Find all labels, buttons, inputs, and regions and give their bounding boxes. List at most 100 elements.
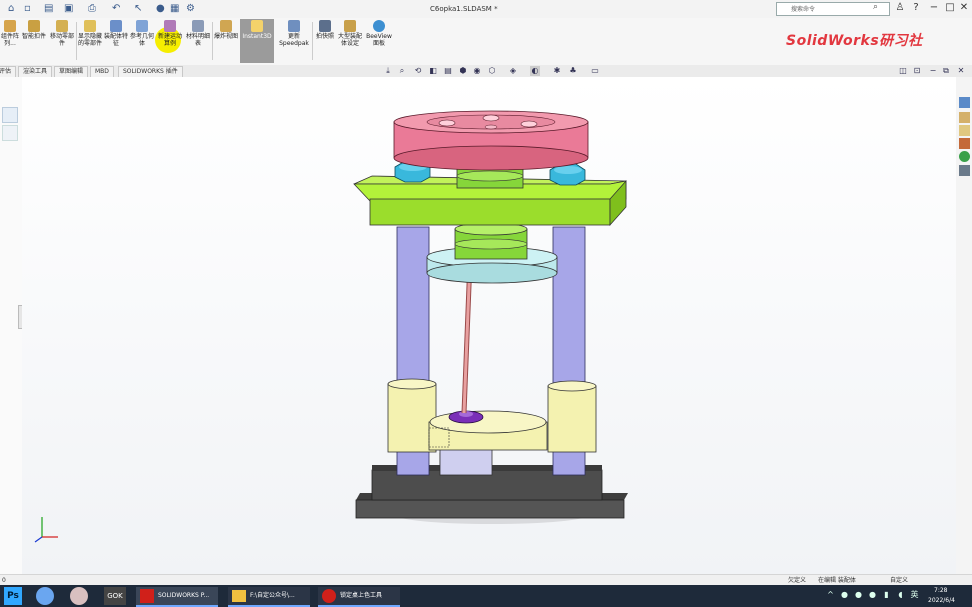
ribbon-btn-show-hidden[interactable]: 显示隐藏的零部件 — [78, 20, 102, 47]
ribbon-btn-component-pattern[interactable]: 组件阵列... — [0, 20, 20, 47]
help-icon[interactable]: ? — [910, 2, 922, 14]
monitor-icon[interactable]: ▭ — [590, 66, 600, 76]
app-icon[interactable] — [70, 587, 88, 605]
camera-icon — [319, 20, 331, 32]
flywheel-hole — [520, 120, 538, 128]
file-explorer-icon[interactable] — [959, 125, 970, 136]
clock-time[interactable]: 7:28 — [934, 586, 947, 595]
reference-geometry-icon — [136, 20, 148, 32]
save-icon[interactable]: ▣ — [64, 3, 73, 15]
gok-icon[interactable]: GOK — [104, 587, 126, 605]
search-icon: ⌕ — [873, 2, 879, 12]
ribbon-btn-move-component[interactable]: 移动零部件 — [50, 20, 74, 47]
design-library-icon[interactable] — [959, 112, 970, 123]
pattern-icon — [4, 20, 16, 32]
open-icon[interactable]: ▤ — [44, 3, 53, 15]
select-pointer-icon[interactable]: ↖ — [134, 3, 142, 15]
hide-show-items-icon[interactable]: ⬡ — [487, 66, 497, 76]
undo-icon[interactable]: ↶ — [112, 3, 120, 15]
view-settings-icon[interactable]: ✱ — [552, 66, 562, 76]
ribbon-btn-update-speedpak[interactable]: 更新Speedpak — [278, 20, 310, 47]
triad-z-axis — [34, 536, 43, 543]
appearances-icon[interactable] — [959, 151, 970, 162]
ribbon-btn-smart-fasteners[interactable]: 智能扣件 — [22, 20, 46, 40]
status-left-text: 0 — [2, 577, 6, 584]
home-icon[interactable]: ⌂ — [8, 3, 14, 15]
options-gear-icon[interactable]: ⚙ — [186, 3, 195, 15]
task-file-explorer[interactable]: F:\自定公众号\... — [228, 587, 310, 607]
zoom-to-fit-icon[interactable]: ⤓ — [383, 66, 393, 76]
display-style-icon[interactable]: ◉ — [472, 66, 482, 76]
file-properties-icon[interactable]: ▦ — [170, 3, 179, 15]
right-bushing-top — [547, 380, 597, 392]
photoshop-icon[interactable]: Ps — [4, 587, 22, 605]
tray-arrow-icon[interactable]: ^ — [826, 590, 835, 599]
ribbon-btn-beeview[interactable]: BeeView面板 — [364, 20, 394, 47]
flywheel-bottom — [393, 145, 589, 171]
print-icon[interactable]: ⎙ — [88, 3, 96, 15]
view-orientation-icon[interactable]: ⬢ — [458, 66, 468, 76]
user-icon[interactable]: ♙ — [894, 2, 906, 14]
viewport-tile-icon[interactable]: ◫ — [898, 66, 908, 76]
speedpak-icon — [288, 20, 300, 32]
viewport-restore-icon[interactable]: ⧉ — [941, 66, 951, 76]
previous-view-icon[interactable]: ⟲ — [413, 66, 423, 76]
ribbon-btn-assembly-features[interactable]: 装配体特征 — [104, 20, 128, 47]
base-plate — [355, 499, 625, 519]
tray-app-icon[interactable]: ● — [840, 590, 849, 599]
ribbon-separator — [212, 22, 213, 60]
clock-date[interactable]: 2022/6/4 — [928, 596, 955, 605]
view-palette-icon[interactable] — [959, 138, 970, 149]
upper-green-hub-ring — [456, 170, 524, 182]
motion-study-icon — [164, 20, 176, 32]
feature-tree-tab-icon[interactable] — [2, 107, 18, 123]
move-component-icon — [56, 20, 68, 32]
task-color-tool[interactable]: 锁定桌上色工具 — [318, 587, 400, 607]
ribbon-btn-large-assembly[interactable]: 大型装配体设定 — [338, 20, 362, 47]
custom-properties-icon[interactable] — [959, 165, 970, 176]
section-view-icon[interactable]: ◧ — [428, 66, 438, 76]
ribbon-btn-instant3d[interactable]: Instant3D — [240, 20, 274, 40]
property-manager-tab-icon[interactable] — [2, 125, 18, 141]
zoom-area-icon[interactable]: ⌕ — [397, 66, 407, 76]
ribbon-btn-bill-of-materials[interactable]: 材料明细表 — [186, 20, 210, 47]
title-bar: ⌂ ▫ ▤ ▣ ⎙ ↶ ↖ ● ▦ ⚙ C6opka1.SLDASM * 搜索命… — [0, 0, 972, 19]
status-units[interactable]: 自定义 — [890, 576, 908, 585]
browser-icon[interactable] — [36, 587, 54, 605]
close-button[interactable]: ✕ — [958, 2, 970, 14]
feature-manager-collapsed — [0, 77, 26, 574]
assembly-model — [34, 110, 628, 543]
ime-icon[interactable]: 英 — [910, 590, 919, 599]
realview-icon[interactable]: ♣ — [568, 66, 578, 76]
search-commands-input[interactable]: 搜索命令 ⌕ — [776, 2, 890, 16]
volume-icon[interactable]: ◖ — [896, 590, 905, 599]
rebuild-icon[interactable]: ● — [156, 3, 165, 15]
restore-button[interactable]: □ — [944, 2, 956, 14]
status-editing: 在编辑 装配体 — [818, 577, 856, 584]
network-icon[interactable]: ▮ — [882, 590, 891, 599]
viewport-link-icon[interactable]: ⊡ — [912, 66, 922, 76]
new-document-icon[interactable]: ▫ — [24, 3, 31, 15]
viewport-close-icon[interactable]: ✕ — [956, 66, 966, 76]
apply-scene-icon[interactable]: ◐ — [530, 66, 540, 76]
search-placeholder: 搜索命令 — [791, 6, 816, 13]
command-manager-ribbon: 组件阵列... 智能扣件 移动零部件 显示隐藏的零部件 装配体特征 参考几何体 … — [0, 18, 972, 66]
edit-appearance-icon[interactable]: ◈ — [508, 66, 518, 76]
dynamic-annotation-icon[interactable]: ▤ — [443, 66, 453, 76]
status-definition: 欠定义 — [788, 577, 807, 584]
ribbon-btn-reference-geometry[interactable]: 参考几何体 — [130, 20, 154, 47]
assembly-feature-icon — [110, 20, 122, 32]
tray-app-icon[interactable]: ● — [854, 590, 863, 599]
ribbon-btn-new-motion-study[interactable]: 新建运动算例 — [158, 20, 182, 47]
ribbon-btn-exploded-view[interactable]: 爆炸视图 — [214, 20, 238, 40]
home-tab-icon[interactable] — [959, 97, 970, 108]
task-pane-tabs — [956, 77, 972, 574]
task-solidworks[interactable]: SOLIDWORKS P... — [136, 587, 218, 607]
tray-app-icon[interactable]: ● — [868, 590, 877, 599]
right-bushing — [547, 385, 597, 453]
graphics-viewport[interactable] — [22, 77, 956, 574]
minimize-button[interactable]: − — [928, 2, 940, 14]
viewport-minimize-icon[interactable]: − — [928, 66, 938, 76]
bom-icon — [192, 20, 204, 32]
ribbon-btn-take-snapshot[interactable]: 拍快照 — [314, 20, 336, 40]
